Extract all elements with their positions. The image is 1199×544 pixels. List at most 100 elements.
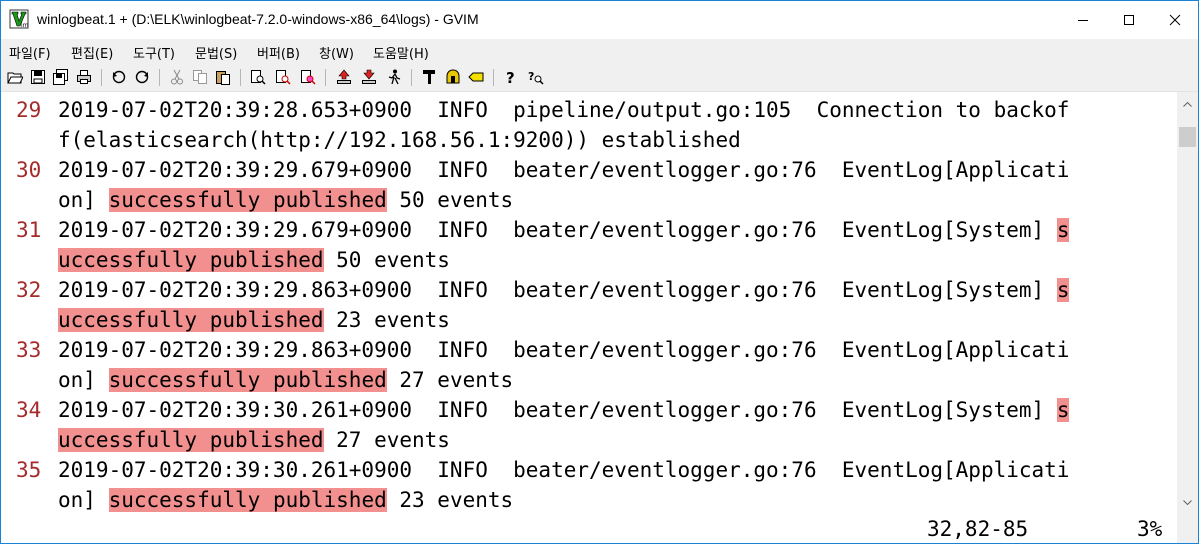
minimize-icon <box>1078 20 1088 21</box>
cut-icon[interactable] <box>169 69 185 85</box>
find-replace-icon[interactable] <box>250 69 266 85</box>
paste-icon[interactable] <box>215 69 231 85</box>
toolbar-separator <box>493 69 494 86</box>
window-title: winlogbeat.1 + (D:\ELK\winlogbeat-7.2.0-… <box>37 11 479 27</box>
text-segment: 2019-07-02T20:39:29.679+0900 INFO beater… <box>58 218 1057 242</box>
scrollbar-thumb[interactable] <box>1179 127 1196 147</box>
run-script-icon[interactable] <box>386 69 402 85</box>
toolbar: ? ? <box>1 63 1198 92</box>
text-line: 2019-07-02T20:39:28.653+0900 INFO pipeli… <box>58 95 1069 125</box>
text-line: on] successfully published 23 events <box>58 485 513 515</box>
text-segment: on] <box>58 368 109 392</box>
close-icon <box>1169 14 1181 26</box>
text-line: uccessfully published 23 events <box>58 305 450 335</box>
text-segment: 2019-07-02T20:39:29.679+0900 INFO beater… <box>58 158 1070 182</box>
line-number: 29 <box>16 98 42 122</box>
search-match: s <box>1056 278 1070 302</box>
line-number: 32 <box>16 278 42 302</box>
menu-buffers[interactable]: 버퍼(B) <box>257 43 300 62</box>
menu-tools[interactable]: 도구(T) <box>133 43 175 62</box>
print-icon[interactable] <box>76 69 92 85</box>
toolbar-separator <box>411 69 412 86</box>
text-segment: on] <box>58 488 109 512</box>
text-segment: 2019-07-02T20:39:29.863+0900 INFO beater… <box>58 338 1070 362</box>
chevron-up-icon <box>1183 101 1192 107</box>
title-bar[interactable]: im winlogbeat.1 + (D:\ELK\winlogbeat-7.2… <box>1 1 1198 39</box>
line-number: 31 <box>16 218 42 242</box>
text-segment: f(elasticsearch(http://192.168.56.1:9200… <box>58 128 741 152</box>
maximize-icon <box>1124 15 1134 25</box>
text-line: 2019-07-02T20:39:29.679+0900 INFO beater… <box>58 155 1069 185</box>
scroll-up-button[interactable] <box>1177 94 1198 114</box>
text-segment: 27 events <box>386 368 514 392</box>
text-segment: on] <box>58 188 109 212</box>
svg-text:?: ? <box>528 70 534 83</box>
run-ctags-icon[interactable] <box>445 69 461 85</box>
text-segment: 27 events <box>323 428 450 452</box>
find-help-icon[interactable]: ? <box>528 69 544 85</box>
text-segment: 2019-07-02T20:39:29.863+0900 INFO beater… <box>58 278 1057 302</box>
text-line: 2019-07-02T20:39:29.863+0900 INFO beater… <box>58 275 1070 305</box>
search-match: successfully published <box>108 188 387 212</box>
text-line: 2019-07-02T20:39:30.261+0900 INFO beater… <box>58 455 1069 485</box>
text-segment: 50 events <box>323 248 450 272</box>
find-next-icon[interactable] <box>275 69 291 85</box>
undo-icon[interactable] <box>111 69 127 85</box>
menu-file[interactable]: 파일(F) <box>9 43 51 62</box>
search-match: successfully published <box>108 368 387 392</box>
scroll-down-button[interactable] <box>1177 492 1198 512</box>
scroll-percent: 3% <box>1137 517 1163 541</box>
toolbar-separator <box>159 69 160 86</box>
search-match: uccessfully published <box>58 308 324 332</box>
text-segment: 2019-07-02T20:39:30.261+0900 INFO beater… <box>58 458 1070 482</box>
menu-edit[interactable]: 편집(E) <box>71 43 113 62</box>
menu-syntax[interactable]: 문법(S) <box>195 43 237 62</box>
text-segment: 50 events <box>386 188 514 212</box>
svg-text:im: im <box>21 22 29 29</box>
search-match: uccessfully published <box>58 248 324 272</box>
load-session-icon[interactable] <box>336 69 352 85</box>
search-match: uccessfully published <box>58 428 324 452</box>
chevron-down-icon <box>1183 499 1192 505</box>
copy-icon[interactable] <box>192 69 208 85</box>
text-line: on] successfully published 27 events <box>58 365 513 395</box>
redo-icon[interactable] <box>134 69 150 85</box>
gvim-window: im winlogbeat.1 + (D:\ELK\winlogbeat-7.2… <box>0 0 1199 544</box>
text-line: on] successfully published 50 events <box>58 185 513 215</box>
text-segment: 23 events <box>323 308 450 332</box>
text-line: 2019-07-02T20:39:30.261+0900 INFO beater… <box>58 395 1070 425</box>
search-match: s <box>1056 218 1070 242</box>
text-line: f(elasticsearch(http://192.168.56.1:9200… <box>58 125 741 155</box>
close-button[interactable] <box>1152 1 1198 39</box>
find-prev-icon[interactable] <box>300 69 316 85</box>
svg-text:?: ? <box>506 69 515 85</box>
open-icon[interactable] <box>7 69 23 85</box>
save-all-icon[interactable] <box>53 69 69 85</box>
menu-window[interactable]: 창(W) <box>319 43 354 62</box>
line-number: 30 <box>16 158 42 182</box>
make-icon[interactable] <box>421 69 437 85</box>
maximize-button[interactable] <box>1106 1 1152 39</box>
save-icon[interactable] <box>30 69 46 85</box>
text-segment: 2019-07-02T20:39:30.261+0900 INFO beater… <box>58 398 1057 422</box>
line-number: 34 <box>16 398 42 422</box>
minimize-button[interactable] <box>1060 1 1106 39</box>
text-line: uccessfully published 27 events <box>58 425 450 455</box>
cursor-position: 32,82-85 <box>927 517 1029 541</box>
vertical-scrollbar[interactable] <box>1177 92 1198 543</box>
line-number: 33 <box>16 338 42 362</box>
menu-bar: 파일(F) 편집(E) 도구(T) 문법(S) 버퍼(B) 창(W) 도움말(H… <box>1 39 1198 63</box>
text-line: 2019-07-02T20:39:29.679+0900 INFO beater… <box>58 215 1070 245</box>
help-icon[interactable]: ? <box>503 69 519 85</box>
line-number: 35 <box>16 458 42 482</box>
text-line: 2019-07-02T20:39:29.863+0900 INFO beater… <box>58 335 1069 365</box>
text-segment: 2019-07-02T20:39:28.653+0900 INFO pipeli… <box>58 98 1070 122</box>
text-area[interactable]: 29 2019-07-02T20:39:28.653+0900 INFO pipe… <box>1 92 1177 543</box>
text-line: uccessfully published 50 events <box>58 245 450 275</box>
menu-help[interactable]: 도움말(H) <box>373 43 429 62</box>
vim-app-icon: im <box>9 9 29 29</box>
save-session-icon[interactable] <box>361 69 377 85</box>
search-match: s <box>1056 398 1070 422</box>
text-segment: 23 events <box>386 488 514 512</box>
jump-tag-icon[interactable] <box>468 69 484 85</box>
